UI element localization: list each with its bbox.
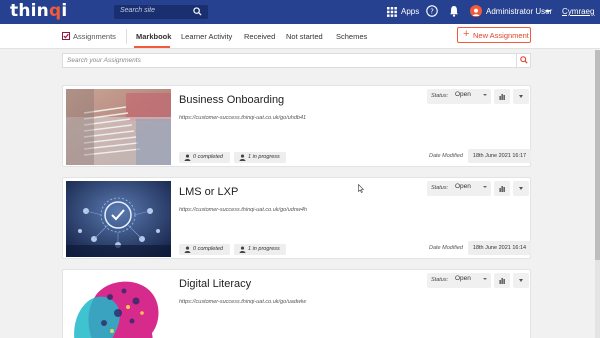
- active-tab-indicator: [134, 46, 170, 48]
- user-icon: [472, 8, 480, 16]
- search-icon[interactable]: [193, 7, 202, 16]
- site-search-placeholder: Search site: [120, 7, 156, 14]
- more-options-button[interactable]: [513, 89, 529, 104]
- user-icon: [184, 154, 191, 161]
- digital-head-image: [66, 273, 171, 338]
- page-scrollbar[interactable]: [595, 50, 600, 338]
- completed-count-badge[interactable]: 0 completed: [179, 152, 230, 163]
- user-icon: [184, 246, 191, 253]
- top-bar: thinqi Search site Apps ? Administrator …: [0, 0, 600, 24]
- assignment-title[interactable]: Digital Literacy: [179, 278, 251, 290]
- apps-grid-icon[interactable]: [387, 7, 397, 17]
- date-modified-value: 18th June 2021 16:17: [468, 149, 531, 163]
- tab-received[interactable]: Received: [244, 32, 275, 41]
- assignment-checkbox-icon: [62, 32, 70, 40]
- assignment-thumbnail: [66, 89, 171, 165]
- chevron-down-icon: [483, 278, 487, 280]
- in-progress-badge[interactable]: 1 in progress: [234, 244, 286, 255]
- assignment-search-button[interactable]: [516, 54, 530, 67]
- chevron-down-icon[interactable]: [545, 10, 551, 13]
- assignment-card[interactable]: Digital Literacy https://customer-succes…: [62, 269, 531, 338]
- bar-chart-icon: [499, 278, 505, 284]
- assignment-thumbnail: [66, 273, 171, 338]
- status-label: Status:: [431, 277, 449, 283]
- user-icon: [239, 246, 246, 253]
- tab-not-started[interactable]: Not started: [286, 32, 323, 41]
- chevron-down-icon: [483, 94, 487, 96]
- avatar[interactable]: [470, 5, 482, 17]
- completed-count: 0 completed: [193, 154, 223, 160]
- assignment-card[interactable]: Business Onboarding https://customer-suc…: [62, 85, 531, 167]
- assignment-url[interactable]: https://customer-success.thinqi-uat.co.u…: [179, 299, 306, 305]
- user-icon: [239, 154, 246, 161]
- assignment-thumbnail: [66, 181, 171, 257]
- status-select[interactable]: Open: [453, 89, 489, 101]
- in-progress-badge[interactable]: 1 in progress: [234, 152, 286, 163]
- assignment-search-input[interactable]: Search your Assignments: [62, 53, 531, 68]
- status-label: Status:: [431, 185, 449, 191]
- status-value: Open: [455, 275, 471, 282]
- divider: [126, 29, 127, 44]
- assignment-title[interactable]: LMS or LXP: [179, 186, 238, 198]
- new-assignment-label: New Assignment: [473, 31, 529, 40]
- assignment-url[interactable]: https://customer-success.thinqi-uat.co.u…: [179, 207, 307, 213]
- assignment-search-placeholder: Search your Assignments: [67, 57, 141, 64]
- thinqi-logo[interactable]: thinqi: [10, 1, 67, 21]
- language-link[interactable]: Cymraeg: [562, 7, 594, 16]
- plus-icon: +: [463, 28, 470, 40]
- assignment-url[interactable]: https://customer-success.thinqi-uat.co.u…: [179, 115, 306, 121]
- date-modified-label: Date Modified: [429, 153, 463, 159]
- assignment-title[interactable]: Business Onboarding: [179, 94, 284, 106]
- completed-count-badge[interactable]: 0 completed: [179, 244, 230, 255]
- date-modified-label: Date Modified: [429, 245, 463, 251]
- tab-schemes[interactable]: Schemes: [336, 32, 367, 41]
- date-modified-value: 18th June 2021 16:14: [468, 241, 531, 255]
- in-progress-count: 1 in progress: [248, 246, 280, 252]
- chevron-down-icon: [519, 95, 523, 98]
- help-icon[interactable]: ?: [426, 5, 438, 17]
- bar-chart-icon: [499, 186, 505, 192]
- site-search-input[interactable]: Search site: [114, 5, 208, 19]
- analytics-button[interactable]: [494, 273, 510, 288]
- status-value: Open: [455, 91, 471, 98]
- business-documents-image: [66, 89, 171, 165]
- analytics-button[interactable]: [494, 89, 510, 104]
- new-assignment-button[interactable]: + New Assignment: [457, 27, 531, 43]
- chevron-down-icon: [519, 187, 523, 190]
- status-select[interactable]: Open: [453, 273, 489, 285]
- tab-learner-activity[interactable]: Learner Activity: [181, 32, 232, 41]
- chevron-down-icon: [483, 186, 487, 188]
- status-value: Open: [455, 183, 471, 190]
- user-menu[interactable]: Administrator User: [486, 7, 552, 16]
- status-label: Status:: [431, 93, 449, 99]
- scrollbar-thumb[interactable]: [595, 50, 600, 260]
- svg-text:?: ?: [430, 8, 434, 16]
- digital-network-image: [66, 181, 171, 257]
- section-label[interactable]: Assignments: [73, 32, 116, 41]
- assignment-card[interactable]: LMS or LXP https://customer-success.thin…: [62, 177, 531, 259]
- in-progress-count: 1 in progress: [248, 154, 280, 160]
- search-icon: [520, 56, 528, 64]
- more-options-button[interactable]: [513, 181, 529, 196]
- completed-count: 0 completed: [193, 246, 223, 252]
- tab-markbook[interactable]: Markbook: [136, 32, 171, 41]
- mouse-cursor-icon: [358, 184, 364, 193]
- more-options-button[interactable]: [513, 273, 529, 288]
- bell-icon[interactable]: [449, 5, 459, 17]
- bar-chart-icon: [499, 94, 505, 100]
- status-select[interactable]: Open: [453, 181, 489, 193]
- sub-navigation: Assignments Markbook Learner Activity Re…: [0, 24, 600, 49]
- apps-label[interactable]: Apps: [401, 7, 419, 16]
- analytics-button[interactable]: [494, 181, 510, 196]
- chevron-down-icon: [519, 279, 523, 282]
